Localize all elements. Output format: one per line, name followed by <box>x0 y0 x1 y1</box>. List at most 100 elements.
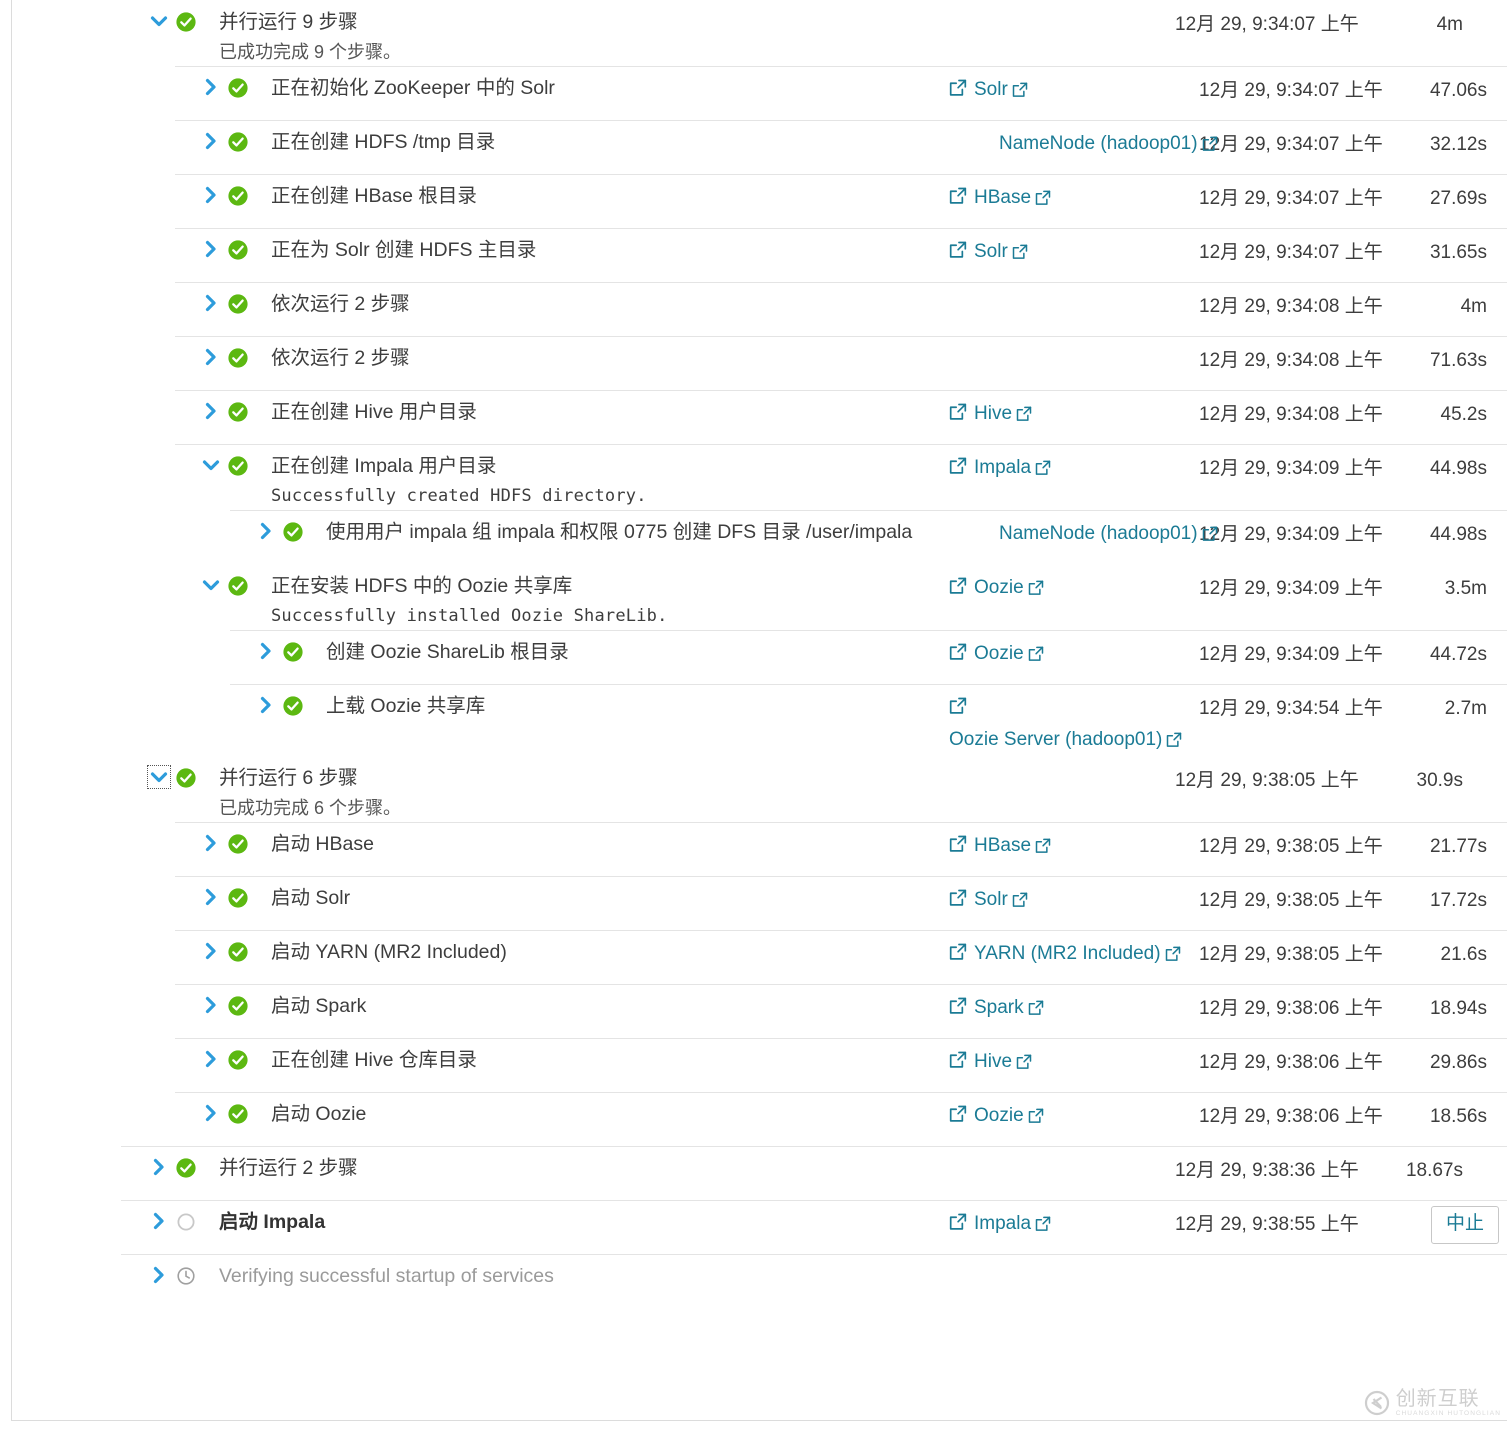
external-link-icon[interactable] <box>1202 134 1218 160</box>
chevron-right-icon[interactable] <box>256 521 276 541</box>
step-label: 正在为 Solr 创建 HDFS 主目录 <box>271 239 537 261</box>
service-link[interactable]: Oozie Server (hadoop01) <box>949 727 1182 756</box>
step-timestamp: 12月 29, 9:38:06 上午 <box>1199 1106 1383 1127</box>
service-link-cell: Oozie <box>949 630 1199 670</box>
step-timestamp: 12月 29, 9:34:07 上午 <box>1175 14 1359 35</box>
service-link[interactable]: HBase <box>974 185 1051 214</box>
step-row: 启动 HBase HBase 12月 29, 9:38:05 上午 21.77s <box>12 822 1507 876</box>
chevron-right-icon[interactable] <box>201 995 221 1015</box>
external-link-icon[interactable] <box>1028 578 1044 604</box>
service-link-cell: Oozie Server (hadoop01) <box>949 684 1199 756</box>
step-row: 启动 Solr Solr 12月 29, 9:38:05 上午 17.72s <box>12 876 1507 930</box>
service-link[interactable]: Impala <box>974 455 1051 484</box>
step-label-block: Verifying successful startup of services <box>197 1254 949 1290</box>
chevron-down-icon[interactable] <box>201 455 221 475</box>
external-link-icon[interactable] <box>1166 730 1182 756</box>
service-link[interactable]: NameNode (hadoop01) <box>999 521 1218 550</box>
step-duration: 45.2s <box>1440 404 1487 425</box>
service-link[interactable]: Spark <box>974 995 1044 1024</box>
external-link-icon[interactable] <box>949 457 967 480</box>
external-link-icon[interactable] <box>1012 242 1028 268</box>
chevron-right-icon[interactable] <box>149 1157 169 1177</box>
service-link-cell: Solr <box>949 66 1199 106</box>
service-link[interactable]: Oozie <box>974 641 1044 670</box>
external-link-icon[interactable] <box>1028 998 1044 1024</box>
step-label: 启动 Impala <box>219 1211 326 1233</box>
chevron-right-icon[interactable] <box>149 1265 169 1285</box>
abort-button[interactable]: 中止 <box>1430 1206 1499 1244</box>
external-link-icon[interactable] <box>949 835 967 858</box>
external-link-icon[interactable] <box>949 697 967 720</box>
external-link-icon[interactable] <box>1016 1052 1032 1078</box>
service-link[interactable]: Impala <box>974 1211 1051 1240</box>
external-link-icon[interactable] <box>949 643 967 666</box>
chevron-right-icon[interactable] <box>256 695 276 715</box>
chevron-right-icon[interactable] <box>201 293 221 313</box>
external-link-icon[interactable] <box>1012 80 1028 106</box>
external-link-icon[interactable] <box>1028 1106 1044 1132</box>
step-duration: 30.9s <box>1416 770 1463 791</box>
external-link-icon[interactable] <box>1035 188 1051 214</box>
service-link[interactable]: Solr <box>974 239 1028 268</box>
service-link[interactable]: Oozie <box>974 1103 1044 1132</box>
chevron-right-icon[interactable] <box>201 833 221 853</box>
service-link[interactable]: Oozie <box>974 575 1044 604</box>
service-link-label: HBase <box>974 187 1032 208</box>
chevron-right-icon[interactable] <box>201 401 221 421</box>
service-link[interactable]: HBase <box>974 833 1051 862</box>
service-link[interactable]: YARN (MR2 Included) <box>974 941 1181 970</box>
external-link-icon[interactable] <box>949 187 967 210</box>
chevron-right-icon[interactable] <box>201 887 221 907</box>
external-link-icon[interactable] <box>1028 644 1044 670</box>
chevron-right-icon[interactable] <box>149 1211 169 1231</box>
step-timestamp: 12月 29, 9:34:09 上午 <box>1199 578 1383 599</box>
step-row: 正在创建 Hive 仓库目录 Hive 12月 29, 9:38:06 上午 29.8… <box>12 1038 1507 1092</box>
external-link-icon[interactable] <box>1165 944 1181 970</box>
external-link-icon[interactable] <box>949 577 967 600</box>
step-controls <box>12 984 249 1017</box>
external-link-icon[interactable] <box>949 943 967 966</box>
external-link-icon[interactable] <box>949 889 967 912</box>
service-link[interactable]: Solr <box>974 77 1028 106</box>
service-link[interactable]: Hive <box>974 401 1032 430</box>
external-link-icon[interactable] <box>1035 836 1051 862</box>
external-link-icon[interactable] <box>949 1213 967 1236</box>
chevron-down-icon[interactable] <box>147 765 171 789</box>
chevron-right-icon[interactable] <box>201 941 221 961</box>
step-row: 使用用户 impala 组 impala 和权限 0775 创建 DFS 目录 … <box>12 510 1507 564</box>
external-link-icon[interactable] <box>949 1105 967 1128</box>
step-timestamp: 12月 29, 9:38:06 上午 <box>1199 1052 1383 1073</box>
external-link-icon[interactable] <box>949 79 967 102</box>
external-link-icon[interactable] <box>949 1051 967 1074</box>
service-link-label: Spark <box>974 997 1024 1018</box>
service-link[interactable]: Hive <box>974 1049 1032 1078</box>
pending-circle-icon <box>175 1211 197 1233</box>
chevron-right-icon[interactable] <box>201 185 221 205</box>
external-link-icon[interactable] <box>949 997 967 1020</box>
external-link-icon[interactable] <box>949 403 967 426</box>
chevron-right-icon[interactable] <box>201 1049 221 1069</box>
chevron-right-icon[interactable] <box>256 641 276 661</box>
step-label-block: 正在创建 Hive 仓库目录 <box>249 1038 949 1074</box>
external-link-icon[interactable] <box>1202 524 1218 550</box>
step-sub-message: 已成功完成 9 个步骤。 <box>219 42 402 62</box>
step-label-block: 启动 YARN (MR2 Included) <box>249 930 949 966</box>
step-controls <box>12 1146 197 1179</box>
step-controls <box>12 1200 197 1233</box>
success-check-icon <box>175 11 197 33</box>
external-link-icon[interactable] <box>1035 1214 1051 1240</box>
external-link-icon[interactable] <box>1016 404 1032 430</box>
chevron-right-icon[interactable] <box>201 239 221 259</box>
step-duration: 3.5m <box>1444 578 1487 599</box>
service-link[interactable]: NameNode (hadoop01) <box>999 131 1218 160</box>
external-link-icon[interactable] <box>1035 458 1051 484</box>
service-link[interactable]: Solr <box>974 887 1028 916</box>
chevron-right-icon[interactable] <box>201 131 221 151</box>
chevron-down-icon[interactable] <box>201 575 221 595</box>
chevron-right-icon[interactable] <box>201 1103 221 1123</box>
chevron-right-icon[interactable] <box>201 77 221 97</box>
chevron-down-icon[interactable] <box>149 11 169 31</box>
external-link-icon[interactable] <box>1012 890 1028 916</box>
chevron-right-icon[interactable] <box>201 347 221 367</box>
external-link-icon[interactable] <box>949 241 967 264</box>
